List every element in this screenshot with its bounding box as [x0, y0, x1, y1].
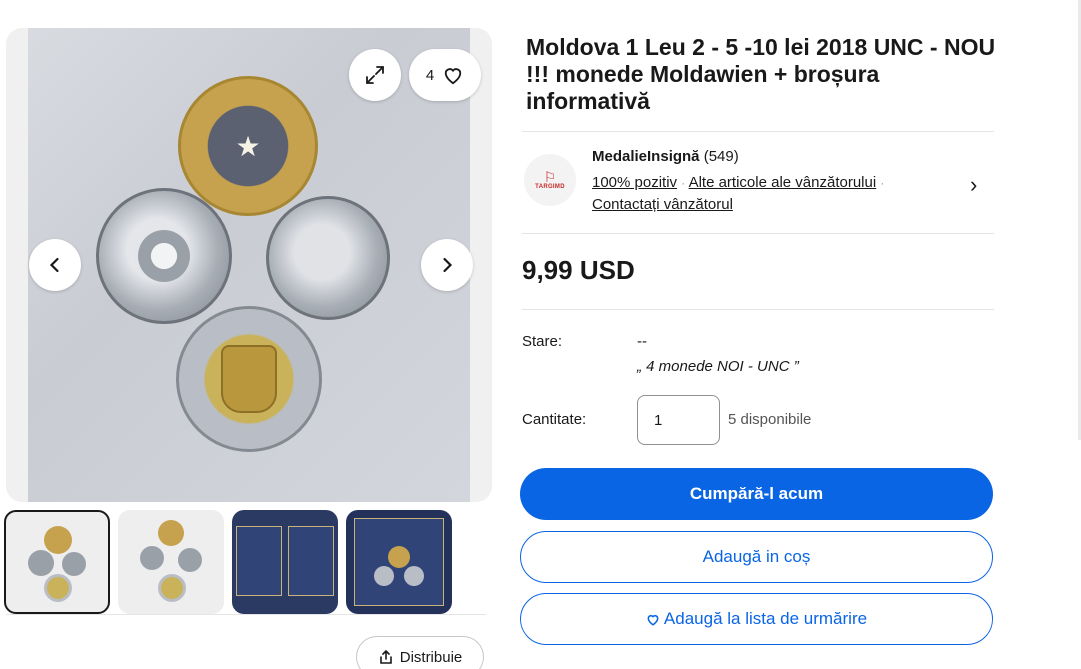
contact-seller-link[interactable]: Contactați vânzătorul: [592, 196, 733, 213]
positive-feedback-link[interactable]: 100% pozitiv: [592, 174, 677, 191]
condition-label: Stare:: [522, 333, 563, 350]
expand-image-button[interactable]: [349, 49, 401, 101]
heart-icon: [444, 68, 462, 85]
seller-logo-mark-icon: ⚐: [543, 169, 557, 185]
seller-avatar[interactable]: ⚐ TARGIMD: [524, 154, 576, 206]
share-icon: [379, 649, 392, 664]
buy-now-button[interactable]: Cumpără-l acum: [520, 468, 993, 520]
divider: [522, 131, 994, 132]
watchlist-label: Adaugă la lista de urmărire: [663, 609, 868, 628]
separator-dot: ·: [681, 176, 686, 190]
thumbnail-1[interactable]: [4, 510, 110, 614]
coin-image-2-lei: [266, 196, 390, 320]
price: 9,99 USD: [522, 255, 635, 285]
condition-value: --: [637, 333, 647, 350]
quantity-label: Cantitate:: [522, 411, 587, 428]
thumbnail-4[interactable]: [346, 510, 452, 614]
heart-icon: [647, 614, 659, 626]
coin-image-1-leu: [96, 188, 232, 324]
chevron-right-icon[interactable]: ›: [970, 172, 977, 198]
previous-image-button[interactable]: [29, 239, 81, 291]
thumbnail-2[interactable]: [118, 510, 224, 614]
quantity-available: 5 disponibile: [728, 411, 812, 428]
watch-count-button[interactable]: 4: [409, 49, 481, 101]
main-product-photo[interactable]: ★: [28, 28, 470, 502]
divider: [6, 614, 486, 615]
other-items-link[interactable]: Alte articole ale vânzătorului: [689, 174, 877, 191]
divider: [522, 233, 994, 234]
listing-title: Moldova 1 Leu 2 - 5 -10 lei 2018 UNC - N…: [526, 34, 996, 114]
watch-count: 4: [425, 66, 435, 84]
share-label: Distribuie: [399, 648, 463, 666]
coin-image-10-lei: ★: [178, 76, 318, 216]
thumbnail-strip: [4, 510, 452, 614]
add-to-watchlist-button[interactable]: Adaugă la lista de urmărire: [520, 593, 993, 645]
seller-name[interactable]: MedalieInsignă: [592, 148, 700, 165]
quantity-input[interactable]: [637, 395, 720, 445]
seller-card: ⚐ TARGIMD MedalieInsignă (549) 100% pozi…: [524, 146, 994, 222]
seller-feedback-count: (549): [703, 148, 739, 165]
share-button[interactable]: Distribuie: [356, 636, 484, 669]
seller-name-row: MedalieInsignă (549): [592, 148, 739, 165]
image-gallery: ★ 4: [6, 28, 492, 502]
seller-links: 100% pozitiv · Alte articole ale vânzăto…: [592, 172, 922, 216]
add-to-cart-button[interactable]: Adaugă in coș: [520, 531, 993, 583]
chevron-right-icon: [443, 257, 453, 273]
expand-icon: [366, 66, 384, 84]
divider: [522, 309, 994, 310]
coin-image-5-lei: [176, 306, 322, 452]
thumbnail-3[interactable]: [232, 510, 338, 614]
condition-description: „ 4 monede NOI - UNC ”: [637, 358, 799, 375]
separator-dot: ·: [880, 176, 885, 190]
seller-logo-text: TARGIMD: [535, 184, 565, 190]
chevron-left-icon: [49, 257, 59, 273]
next-image-button[interactable]: [421, 239, 473, 291]
